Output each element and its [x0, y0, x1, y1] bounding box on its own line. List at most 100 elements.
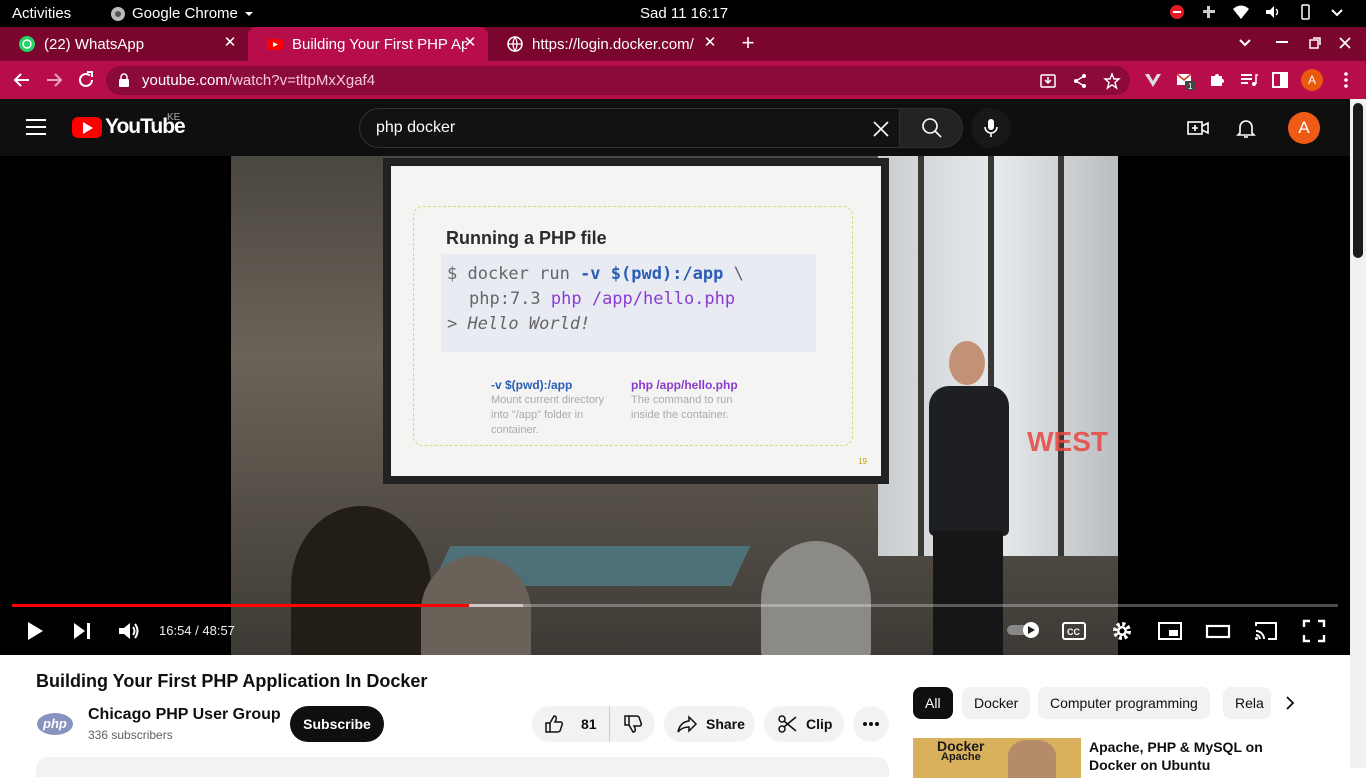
page-scrollbar[interactable]: [1350, 99, 1366, 768]
slide-code-block: $ docker run -v $(pwd):/app \ php:7.3 ph…: [441, 254, 816, 352]
like-dislike-group: 81: [532, 706, 655, 742]
app-menu[interactable]: Google Chrome: [110, 5, 254, 22]
thumbs-down-icon[interactable]: [622, 713, 644, 735]
tab-label: https://login.docker.com/: [532, 35, 694, 53]
slide-note-command-heading: php /app/hello.php: [631, 378, 738, 392]
tab-whatsapp[interactable]: (22) WhatsApp ✕: [0, 27, 248, 61]
slide-page-number: 19: [858, 457, 867, 466]
reload-icon[interactable]: [75, 69, 97, 91]
description-box[interactable]: [36, 757, 889, 777]
video-frame[interactable]: Running a PHP file $ docker run -v $(pwd…: [231, 156, 1118, 655]
microphone-icon: [984, 119, 998, 137]
like-button[interactable]: 81: [532, 706, 610, 742]
side-panel-icon[interactable]: [1270, 70, 1290, 90]
tab-search-icon[interactable]: [1237, 34, 1253, 50]
whatsapp-icon: [19, 36, 35, 52]
svg-text:CC: CC: [1067, 627, 1080, 637]
clip-button[interactable]: Clip: [764, 706, 844, 742]
chrome-menu-icon[interactable]: [1336, 70, 1356, 90]
share-arrow-icon: [677, 715, 698, 733]
recommended-video-title[interactable]: Apache, PHP & MySQL on Docker on Ubuntu: [1089, 738, 1289, 774]
forward-icon[interactable]: [43, 69, 65, 91]
close-tab-icon[interactable]: ✕: [462, 35, 478, 51]
code-command: php /app/hello.php: [550, 289, 736, 309]
slide-note-flag-heading: -v $(pwd):/app: [491, 378, 573, 392]
media-controls-icon[interactable]: [1239, 70, 1259, 90]
install-app-icon[interactable]: [1039, 72, 1057, 90]
more-actions-button[interactable]: [853, 706, 889, 742]
chip-related[interactable]: Rela: [1223, 687, 1271, 719]
wall-sign: WEST: [1027, 426, 1108, 457]
presenter-figure: [921, 341, 1016, 655]
clip-label: Clip: [806, 716, 833, 732]
bookmark-star-icon[interactable]: [1103, 72, 1121, 90]
country-code: KE: [167, 112, 181, 123]
volume-icon[interactable]: [1264, 3, 1282, 21]
scrollbar-thumb[interactable]: [1353, 103, 1363, 258]
volume-icon[interactable]: [116, 618, 142, 644]
captions-icon[interactable]: CC: [1061, 618, 1087, 644]
chip-docker[interactable]: Docker: [962, 687, 1031, 719]
vuejs-devtools-icon[interactable]: [1143, 70, 1163, 90]
fullscreen-icon[interactable]: [1301, 618, 1327, 644]
miniplayer-icon[interactable]: [1157, 618, 1183, 644]
wifi-icon[interactable]: [1232, 3, 1250, 21]
search-input[interactable]: php docker: [359, 108, 900, 148]
progress-bar[interactable]: [12, 604, 1338, 607]
play-icon[interactable]: [22, 618, 48, 644]
share-icon[interactable]: [1071, 72, 1089, 90]
minimize-icon[interactable]: [1276, 41, 1288, 45]
new-tab-button[interactable]: +: [738, 32, 758, 54]
address-bar[interactable]: youtube.com/watch?v=tltpMxXgaf4: [106, 66, 1130, 95]
notifications-bell-icon[interactable]: [1234, 116, 1258, 140]
theater-mode-icon[interactable]: [1205, 618, 1231, 644]
power-menu-icon[interactable]: [1328, 3, 1346, 21]
create-video-icon[interactable]: [1186, 116, 1210, 140]
channel-name[interactable]: Chicago PHP User Group: [88, 706, 281, 724]
chevron-right-icon[interactable]: [1280, 693, 1300, 713]
search-query: php docker: [376, 119, 456, 136]
chip-all[interactable]: All: [913, 687, 953, 719]
chip-computer-programming[interactable]: Computer programming: [1038, 687, 1210, 719]
mail-extension-icon[interactable]: 1: [1175, 70, 1195, 90]
caret-down-icon: [244, 11, 253, 16]
extensions-puzzle-icon[interactable]: [1207, 70, 1227, 90]
system-tray[interactable]: [1168, 3, 1346, 21]
tab-docker-login[interactable]: https://login.docker.com/ ✕: [488, 27, 728, 61]
scissors-icon: [778, 715, 797, 733]
do-not-disturb-icon[interactable]: [1168, 3, 1186, 21]
audience-member: [761, 541, 871, 655]
video-player[interactable]: Running a PHP file $ docker run -v $(pwd…: [0, 156, 1350, 655]
activities-button[interactable]: Activities: [12, 5, 71, 22]
mail-badge: 1: [1188, 82, 1193, 90]
share-button[interactable]: Share: [664, 706, 755, 742]
lock-icon[interactable]: [118, 73, 130, 87]
clock[interactable]: Sad 11 16:17: [640, 5, 728, 22]
account-avatar[interactable]: A: [1288, 112, 1320, 144]
close-tab-icon[interactable]: ✕: [222, 35, 238, 51]
settings-gear-icon[interactable]: [1109, 618, 1135, 644]
chrome-profile-avatar[interactable]: A: [1301, 69, 1323, 91]
next-video-icon[interactable]: [69, 618, 95, 644]
subscribe-button[interactable]: Subscribe: [290, 706, 384, 742]
projected-slide: Running a PHP file $ docker run -v $(pwd…: [391, 166, 881, 476]
voice-search-button[interactable]: [971, 108, 1011, 148]
close-tab-icon[interactable]: ✕: [702, 35, 718, 51]
channel-avatar[interactable]: php: [36, 710, 74, 738]
slack-icon[interactable]: [1200, 3, 1218, 21]
tab-youtube-video[interactable]: Building Your First PHP Ap ✕: [248, 27, 488, 61]
youtube-logo[interactable]: YouTube KE: [72, 112, 186, 139]
recommended-video-thumbnail[interactable]: Docker Apache: [913, 738, 1081, 778]
search-button[interactable]: [899, 108, 963, 148]
maximize-icon[interactable]: [1309, 37, 1321, 49]
progress-played: [12, 604, 470, 607]
close-window-icon[interactable]: [1339, 37, 1351, 49]
channel-logo-text: php: [42, 716, 67, 731]
back-icon[interactable]: [11, 69, 33, 91]
cast-icon[interactable]: [1253, 618, 1279, 644]
clear-search-icon[interactable]: [871, 119, 891, 139]
phone-icon[interactable]: [1296, 3, 1314, 21]
autoplay-toggle[interactable]: [1007, 622, 1041, 638]
guide-menu-icon[interactable]: [26, 119, 46, 135]
code-continuation: \: [723, 264, 744, 284]
